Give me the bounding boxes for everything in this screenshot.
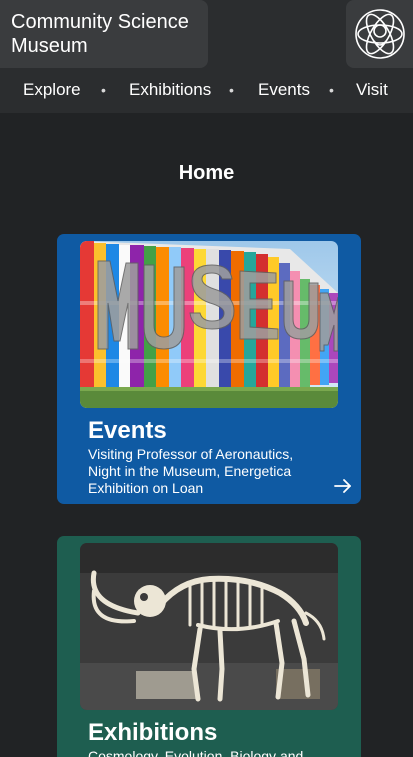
site-header: Community Science Museum Explore • Exhib… [0,0,413,113]
nav-separator: • [101,82,106,98]
nav-visit[interactable]: Visit [356,78,388,102]
site-title[interactable]: Community Science Museum [0,0,208,68]
events-card-title: Events [88,417,167,444]
events-card[interactable]: Events Visiting Professor of Aeronautics… [57,234,361,504]
exhibitions-card-description: Cosmology, Evolution, Biology and [88,748,304,757]
page-title: Home [178,162,235,184]
events-card-description: Visiting Professor of Aeronautics, Night… [88,446,294,496]
nav-exhibitions[interactable]: Exhibitions [129,78,211,102]
mammoth-skeleton-photo [80,543,338,710]
arrow-right-icon[interactable] [334,479,352,493]
museum-sign-photo [80,241,338,408]
main-nav: Explore • Exhibitions • Events • Visit [0,78,413,102]
nav-separator: • [329,82,334,98]
nav-separator: • [229,82,234,98]
atom-logo-icon [354,9,405,59]
exhibitions-card[interactable]: Exhibitions Cosmology, Evolution, Biolog… [57,536,361,757]
nav-events[interactable]: Events [258,78,310,102]
exhibitions-card-title: Exhibitions [88,719,218,746]
logo-button[interactable] [346,0,413,68]
nav-explore[interactable]: Explore [23,78,81,102]
